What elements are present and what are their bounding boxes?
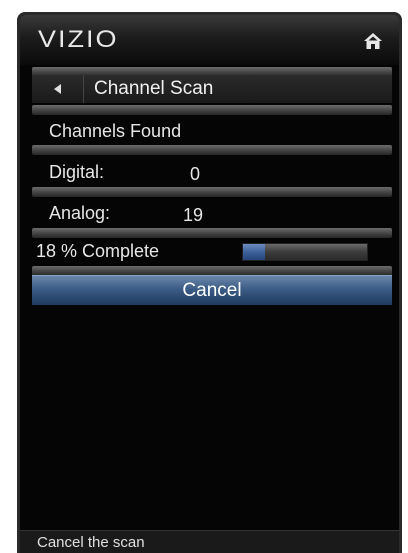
brand-logo: VIZIO bbox=[38, 25, 119, 53]
digital-row: Digital: 0 bbox=[32, 158, 392, 188]
divider bbox=[32, 105, 392, 115]
analog-row: Analog: 19 bbox=[32, 199, 392, 229]
menu-title: Channel Scan bbox=[94, 78, 214, 99]
divider bbox=[32, 187, 392, 197]
back-button[interactable] bbox=[32, 75, 84, 103]
analog-label: Analog: bbox=[49, 203, 111, 223]
cancel-button[interactable]: Cancel bbox=[32, 275, 392, 305]
channels-found-label: Channels Found bbox=[49, 121, 182, 141]
help-status-bar: Cancel the scan bbox=[20, 530, 399, 553]
divider bbox=[32, 145, 392, 155]
digital-label: Digital: bbox=[49, 162, 105, 182]
progress-row: 18 % Complete bbox=[32, 237, 392, 267]
menu-title-bar: Channel Scan bbox=[32, 75, 392, 103]
progress-bar bbox=[242, 243, 368, 261]
digital-count: 0 bbox=[190, 164, 201, 184]
home-icon[interactable] bbox=[363, 31, 383, 51]
analog-count: 19 bbox=[183, 205, 204, 225]
channels-found-row: Channels Found bbox=[32, 117, 392, 145]
progress-bar-fill bbox=[243, 244, 266, 260]
menu-header: VIZIO bbox=[20, 15, 399, 65]
help-text: Cancel the scan bbox=[37, 534, 145, 551]
progress-label: 18 % Complete bbox=[36, 241, 160, 261]
back-arrow-icon bbox=[54, 84, 61, 94]
channel-scan-menu: VIZIO Channel Scan Channels Found Digita… bbox=[17, 12, 402, 553]
